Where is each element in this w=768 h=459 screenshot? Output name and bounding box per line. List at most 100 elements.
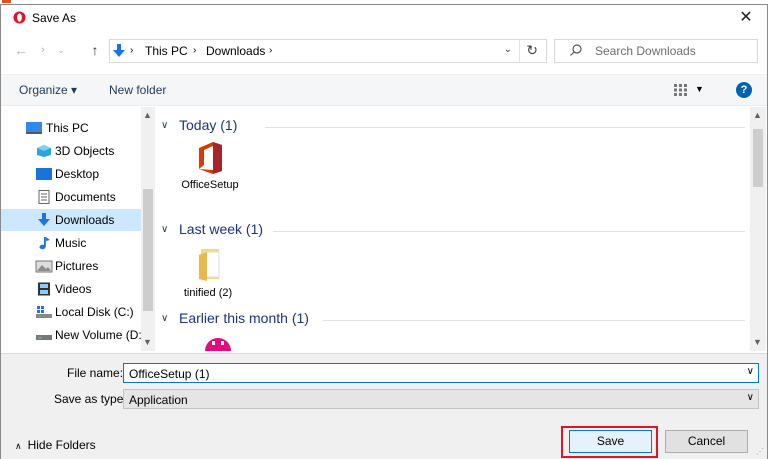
search-box[interactable] xyxy=(554,39,758,63)
chevron-down-icon[interactable]: ∨ xyxy=(747,366,754,377)
film-icon xyxy=(38,282,50,296)
picture-icon xyxy=(35,260,53,273)
group-title: Today (1) xyxy=(179,117,238,133)
title-bar: Save As ✕ xyxy=(1,5,767,32)
save-as-type-label: Save as type: xyxy=(54,392,127,406)
scroll-down-icon[interactable]: ▼ xyxy=(143,337,152,347)
sidebar-item-pictures[interactable]: Pictures xyxy=(1,255,141,277)
sidebar-item-local-disk[interactable]: Local Disk (C:) xyxy=(1,301,141,323)
resize-grip-icon[interactable]: ⋰ xyxy=(756,447,764,456)
address-bar[interactable]: › This PC › Downloads › ⌄ ↻ xyxy=(109,39,547,63)
close-icon[interactable]: ✕ xyxy=(733,7,759,29)
group-header-last-week[interactable]: ∨ Last week (1) xyxy=(157,219,749,241)
dialog-footer: ∧ Hide Folders Save Cancel ⋰ xyxy=(1,411,767,459)
sidebar-item-downloads[interactable]: Downloads xyxy=(1,209,141,231)
search-input[interactable] xyxy=(595,43,745,59)
file-fields: File name: ∨ Save as type: Application ∨ xyxy=(1,353,767,411)
group-divider xyxy=(265,127,745,128)
file-name-input[interactable] xyxy=(129,366,729,381)
address-separator xyxy=(519,40,520,62)
music-note-icon xyxy=(39,237,50,250)
chevron-down-icon: ∨ xyxy=(161,313,169,324)
scroll-down-icon[interactable]: ▼ xyxy=(753,337,762,347)
view-dropdown-icon[interactable]: ▼ xyxy=(695,84,704,94)
chevron-down-icon: ∨ xyxy=(161,224,169,235)
navigation-pane: This PC 3D Objects Desktop Documents Dow… xyxy=(1,107,155,351)
cancel-button[interactable]: Cancel xyxy=(665,430,748,453)
monitor-icon xyxy=(26,122,42,134)
sidebar-item-this-pc[interactable]: This PC xyxy=(1,117,141,139)
address-dropdown-icon[interactable]: ⌄ xyxy=(504,44,512,55)
group-divider xyxy=(323,320,745,321)
file-item-tinified[interactable]: tinified (2) xyxy=(173,247,243,300)
hide-folders-label: Hide Folders xyxy=(27,438,96,452)
file-item-officesetup[interactable]: OfficeSetup xyxy=(175,141,245,192)
group-header-today[interactable]: ∨ Today (1) xyxy=(157,115,749,137)
chevron-up-icon: ∧ xyxy=(15,441,22,451)
file-label: tinified (2) xyxy=(183,287,233,299)
office-logo-icon xyxy=(199,142,222,174)
folder-icon xyxy=(199,249,220,281)
desktop-icon xyxy=(36,168,52,180)
opera-icon xyxy=(13,11,26,24)
back-arrow-icon[interactable]: ← xyxy=(13,42,29,58)
breadcrumb-separator-icon[interactable]: › xyxy=(269,45,272,56)
sidebar-item-label: 3D Objects xyxy=(55,144,115,158)
sidebar-item-documents[interactable]: Documents xyxy=(1,186,141,208)
sidebar-item-label: Documents xyxy=(55,190,116,204)
save-as-type-select[interactable]: Application ∨ xyxy=(123,389,759,409)
sidebar-item-label: Downloads xyxy=(55,213,115,227)
file-name-field[interactable]: ∨ xyxy=(123,363,759,383)
sidebar-item-label: Local Disk (C:) xyxy=(55,305,134,319)
sidebar-item-music[interactable]: Music xyxy=(1,232,141,254)
scrollbar-thumb[interactable] xyxy=(143,189,153,311)
sidebar-item-label: Pictures xyxy=(55,259,99,273)
organize-button[interactable]: Organize ▾ xyxy=(19,83,77,97)
group-title: Last week (1) xyxy=(179,221,264,237)
recent-dropdown-icon[interactable]: ⌄ xyxy=(53,45,69,56)
chevron-down-icon[interactable]: ∨ xyxy=(747,392,754,403)
help-icon[interactable]: ? xyxy=(736,82,752,98)
command-toolbar: Organize ▾ New folder ▼ ? xyxy=(1,74,767,106)
navigation-scrollbar[interactable]: ▲ ▼ xyxy=(141,107,155,351)
sidebar-item-label: Videos xyxy=(55,282,92,296)
pink-app-icon xyxy=(205,338,231,351)
scroll-up-icon[interactable]: ▲ xyxy=(143,110,152,120)
save-button[interactable]: Save xyxy=(569,430,652,453)
file-list-scrollbar[interactable]: ▲ ▼ xyxy=(750,107,766,351)
file-list: ∨ Today (1) OfficeSetup ∨ Last week (1) … xyxy=(157,107,749,351)
cube-icon xyxy=(37,145,51,157)
sidebar-item-3d-objects[interactable]: 3D Objects xyxy=(1,140,141,162)
scrollbar-thumb[interactable] xyxy=(753,129,763,187)
sidebar-item-label: Desktop xyxy=(55,167,100,181)
group-header-earlier-this-month[interactable]: ∨ Earlier this month (1) xyxy=(157,308,749,330)
file-item-pink-app[interactable] xyxy=(183,335,253,351)
sidebar-item-videos[interactable]: Videos xyxy=(1,278,141,300)
new-folder-button[interactable]: New folder xyxy=(109,83,166,97)
sidebar-item-new-volume[interactable]: New Volume (D: xyxy=(1,324,142,346)
sidebar-item-desktop[interactable]: Desktop xyxy=(1,163,141,185)
sidebar-item-label: New Volume (D: xyxy=(55,328,142,342)
up-arrow-icon[interactable]: ↑ xyxy=(87,42,103,58)
address-row: ← › ⌄ ↑ › This PC › Downloads › ⌄ ↻ xyxy=(1,34,767,68)
chevron-down-icon: ∨ xyxy=(161,120,169,131)
group-title: Earlier this month (1) xyxy=(179,310,309,326)
search-icon xyxy=(570,44,582,56)
windows-drive-icon xyxy=(36,306,52,318)
forward-arrow-icon[interactable]: › xyxy=(35,44,51,56)
drive-icon xyxy=(36,335,52,340)
background-app-icon xyxy=(2,0,11,3)
breadcrumb-separator-icon: › xyxy=(193,45,197,56)
download-arrow-icon xyxy=(38,213,50,226)
breadcrumb-this-pc[interactable]: This PC xyxy=(145,44,188,58)
breadcrumb-downloads[interactable]: Downloads xyxy=(206,44,265,58)
sidebar-item-label: Music xyxy=(55,236,87,250)
dialog-title: Save As xyxy=(32,11,77,25)
download-arrow-icon xyxy=(113,44,125,57)
refresh-icon[interactable]: ↻ xyxy=(526,42,538,59)
scroll-up-icon[interactable]: ▲ xyxy=(753,110,762,120)
view-options-icon[interactable] xyxy=(673,83,689,97)
group-divider xyxy=(273,231,745,232)
document-icon xyxy=(38,190,50,204)
hide-folders-button[interactable]: ∧ Hide Folders xyxy=(15,438,96,452)
